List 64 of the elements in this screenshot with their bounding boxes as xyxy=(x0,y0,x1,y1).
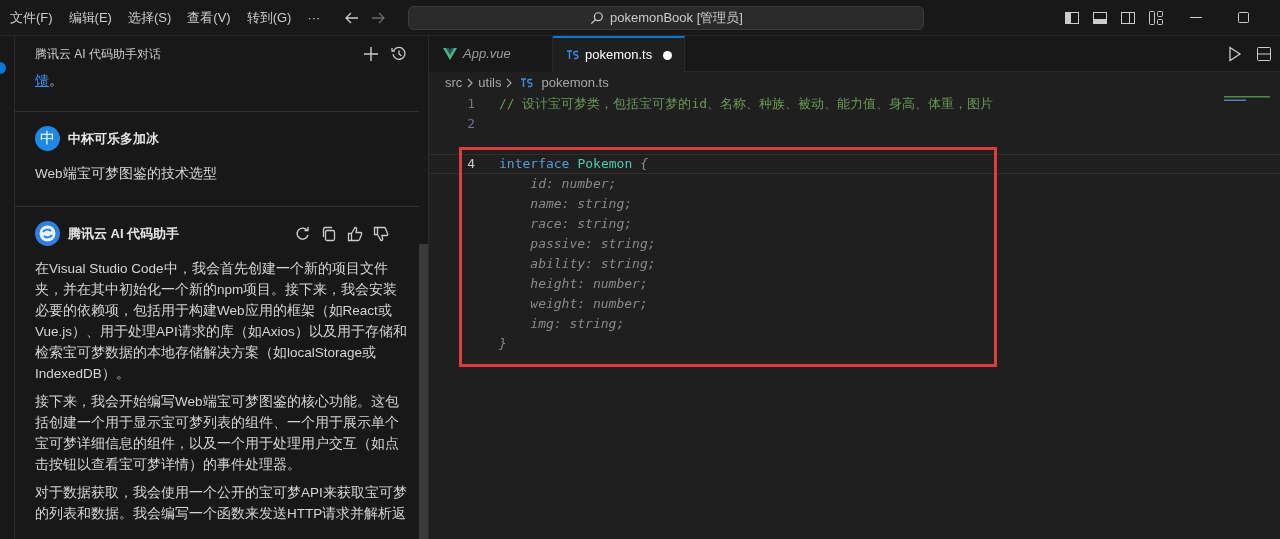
inline-suggestion-text: } xyxy=(499,335,507,354)
breadcrumb-item[interactable]: src xyxy=(445,73,463,93)
tab-label: pokemon.ts xyxy=(585,46,653,65)
minimap-drawing xyxy=(1224,96,1270,102)
history-icon[interactable] xyxy=(391,46,407,62)
chevron-right-icon xyxy=(505,78,514,88)
menu-item[interactable]: 编辑(E) xyxy=(62,5,118,30)
inline-suggestion-text: passive: string; xyxy=(529,235,656,254)
inline-suggestion-text: ability: string; xyxy=(529,255,656,274)
typescript-file-icon xyxy=(521,78,534,88)
chevron-right-icon xyxy=(466,78,475,88)
message-text: 接下来，我会开始编写Web端宝可梦图鉴的核心功能。这包括创建一个用于显示宝可梦列表的组件、一个用于展示单个宝可梦详细信息的组件，以及一个用于处理用户交互（如点击按钮以查看宝可梦详情）的事件处理器。 xyxy=(35,393,400,474)
inline-suggestion-text: { xyxy=(640,155,649,174)
editor-tab[interactable]: pokemon.ts xyxy=(553,36,685,72)
toggle-panel-icon[interactable] xyxy=(1092,9,1109,26)
typescript-file-icon xyxy=(567,50,579,60)
layout-icon[interactable] xyxy=(1148,9,1165,26)
toggle-secondary-sidebar-icon[interactable] xyxy=(1120,9,1137,26)
author-name: 腾讯云 AI 代码助手 xyxy=(68,224,180,243)
inline-suggestion-text: height: number; xyxy=(529,275,648,294)
feedback-link[interactable]: 馈 xyxy=(35,72,49,88)
inline-suggestion-text: id: number; xyxy=(529,175,617,194)
inline-suggestion-text: weight: number; xyxy=(529,295,648,314)
split-editor-icon[interactable] xyxy=(1256,45,1272,62)
menu-item[interactable]: 选择(S) xyxy=(121,5,178,30)
breadcrumb-item[interactable]: utils xyxy=(478,73,502,93)
thumbs-up-icon[interactable] xyxy=(347,225,363,242)
menu-item[interactable]: 查看(V) xyxy=(181,5,237,30)
search-icon xyxy=(589,10,604,25)
refresh-icon[interactable] xyxy=(295,225,311,242)
plus-icon[interactable] xyxy=(363,46,379,62)
run-icon[interactable] xyxy=(1228,45,1242,62)
message-text: Web端宝可梦图鉴的技术选型 xyxy=(35,165,218,183)
breadcrumb-item[interactable]: pokemon.ts xyxy=(541,73,609,93)
toggle-sidebar-icon[interactable] xyxy=(1064,9,1081,26)
line-number: 1 xyxy=(466,95,475,114)
user-avatar: 中 xyxy=(35,126,60,151)
menu-item[interactable]: 转到(G) xyxy=(240,5,298,30)
minimize-icon[interactable] xyxy=(1190,16,1203,19)
inline-suggestion-text: img: string; xyxy=(529,315,625,334)
line-number: 2 xyxy=(466,115,475,134)
message-text: 。 xyxy=(49,72,63,88)
menu-item[interactable]: ··· xyxy=(301,5,327,30)
editor-tab[interactable]: App.vue xyxy=(429,36,553,72)
code-token: // 设计宝可梦类，包括宝可梦的id、名称、种族、被动、能力值、身高、体重，图片 xyxy=(499,95,994,114)
code-token: interface xyxy=(499,155,570,174)
menu-item[interactable]: 文件(F) xyxy=(4,5,59,30)
command-center[interactable]: pokemonBook [管理员] xyxy=(408,5,925,30)
tab-label: App.vue xyxy=(463,45,511,64)
maximize-icon[interactable] xyxy=(1238,12,1250,23)
inline-suggestion-text: name: string; xyxy=(529,195,633,214)
message-text: 对于数据获取，我会使用一个公开的宝可梦API来获取宝可梦的列表和数据。我会编写一个函数来发送HTTP请求并解析返 xyxy=(35,484,408,523)
code-token: Pokemon xyxy=(577,155,633,174)
author-name: 中杯可乐多加冰 xyxy=(68,129,159,148)
message-text: 在Visual Studio Code中，我会首先创建一个新的项目文件夹，并在其中初始化一个新的npm项目。接下来，我会安装必要的依赖项，包括用于构建Web应用的框架（如React或Vue.js）、用于处理API请求的库（如Axios）以及用于存储和检索宝可梦数据的本地存储解决方案（如localStorage或IndexedDB）。 xyxy=(35,260,408,383)
scrollbar-thumb[interactable] xyxy=(419,244,428,539)
inline-suggestion-text: race: string; xyxy=(529,215,633,234)
panel-title: 腾讯云 AI 代码助手对话 xyxy=(35,46,161,63)
thumbs-down-icon[interactable] xyxy=(373,225,389,242)
assistant-logo-icon xyxy=(35,221,60,246)
copy-icon[interactable] xyxy=(321,225,337,242)
line-number: 4 xyxy=(466,155,475,174)
vue-file-icon xyxy=(443,48,457,60)
command-center-text: pokemonBook [管理员] xyxy=(609,8,743,27)
